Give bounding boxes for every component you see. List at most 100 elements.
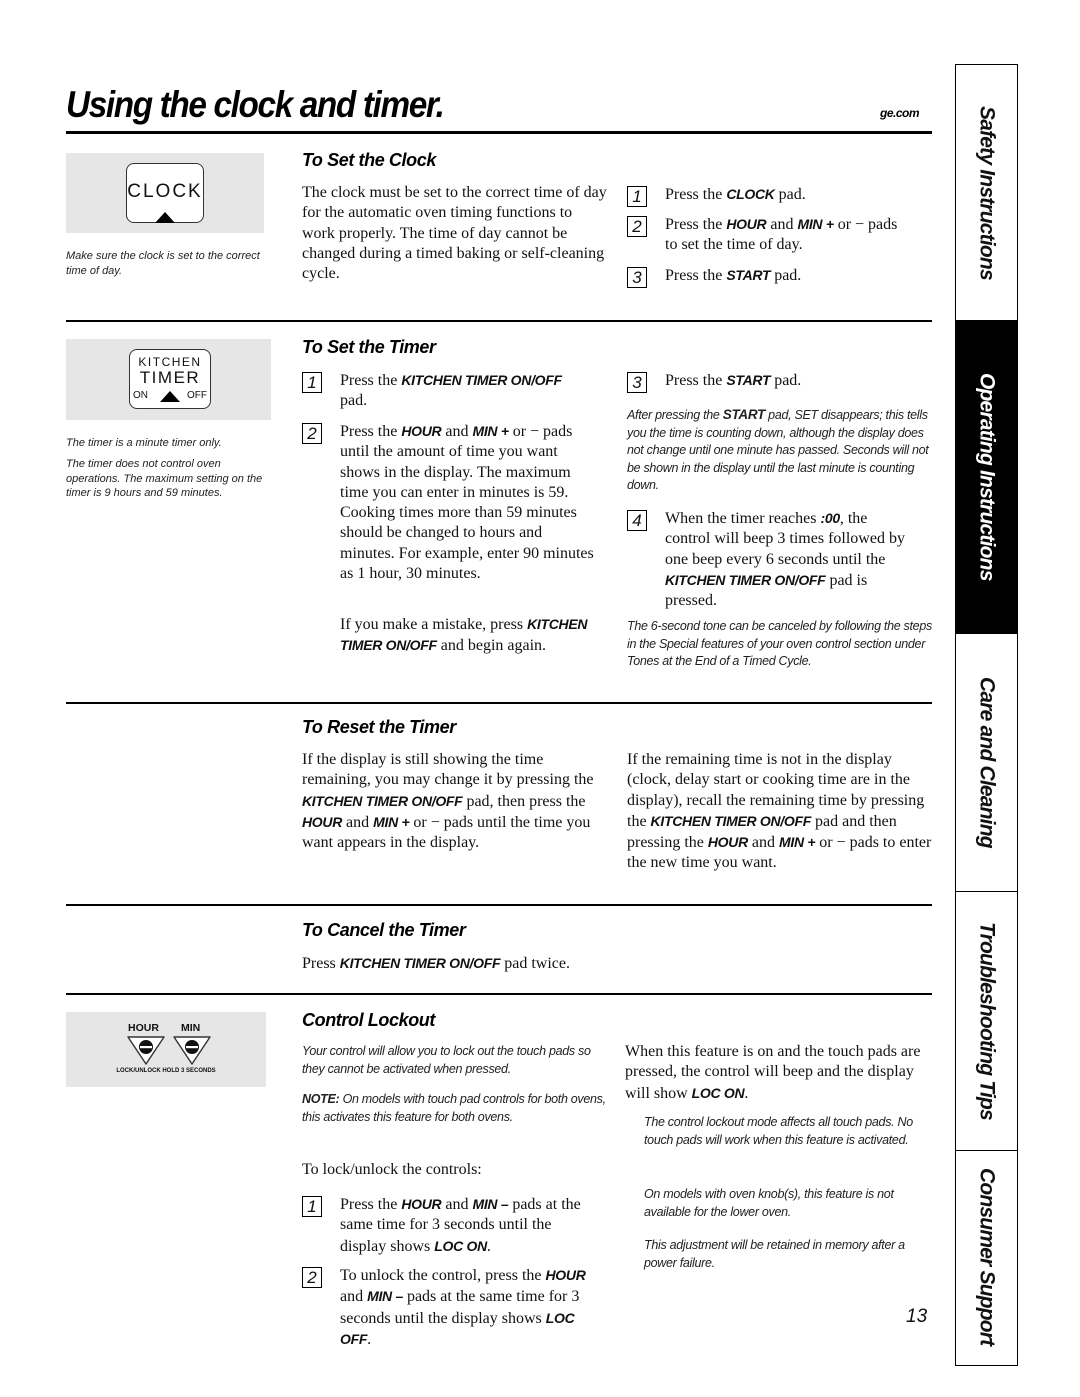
clock-step-1: 1 Press the CLOCK pad.	[627, 184, 927, 207]
step-text: pad.	[340, 392, 368, 410]
step-text: and	[340, 1288, 368, 1306]
keyword: CLOCK	[726, 186, 775, 202]
text: and	[342, 813, 374, 831]
keyword: MIN +	[779, 834, 816, 851]
triangle-indicator-icon	[160, 391, 180, 402]
tab-care-and-cleaning[interactable]: Care and Cleaning	[956, 634, 1017, 892]
keyword: HOUR	[401, 1196, 442, 1212]
section-divider	[66, 320, 932, 322]
step-text: Press the	[665, 372, 727, 389]
text: and begin again.	[436, 637, 547, 655]
step-number: 4	[627, 510, 647, 531]
tab-label: Troubleshooting Tips	[975, 922, 999, 1120]
step-text: Press the	[340, 423, 402, 440]
pad-caption: LOCK/UNLOCK HOLD 3 SECONDS	[116, 1068, 216, 1074]
keyword: START	[726, 372, 771, 388]
timer-step-3: 3 Press the START pad.	[627, 370, 927, 393]
keyword: START	[722, 407, 766, 422]
text: pad, then press the	[462, 792, 586, 810]
keyword: HOUR	[726, 216, 767, 232]
step-text: .	[486, 1237, 491, 1255]
tab-safety-instructions[interactable]: Safety Instructions	[956, 65, 1017, 321]
keyword: KITCHEN TIMER ON/OFF	[665, 571, 826, 588]
keyword: MIN –	[367, 1288, 403, 1305]
page-number: 13	[906, 1306, 928, 1327]
keyword: HOUR	[545, 1267, 586, 1283]
keyword: START	[726, 267, 771, 283]
site-link[interactable]: ge.com	[880, 106, 920, 120]
tab-label: Care and Cleaning	[975, 677, 999, 848]
tab-consumer-support[interactable]: Consumer Support	[956, 1151, 1017, 1363]
lockout-note-2: On models with oven knob(s), this featur…	[644, 1187, 894, 1219]
section-divider	[66, 993, 932, 995]
tab-operating-instructions[interactable]: Operating Instructions	[956, 321, 1017, 634]
lockout-pad-illustration: HOUR MIN LOCK/UNLOCK HOLD 3 SECONDS	[66, 1012, 266, 1087]
text: Press	[302, 955, 340, 972]
text: .	[744, 1084, 749, 1102]
text: On models with touch pad controls for bo…	[302, 1092, 606, 1124]
step-number: 2	[627, 216, 647, 237]
timer-step-4-note: The 6-second tone can be canceled by fol…	[627, 619, 932, 668]
keyword: KITCHEN TIMER ON/OFF	[650, 812, 812, 829]
timer-step-3-note: After pressing the START pad, SET disapp…	[627, 406, 932, 495]
step-text: and	[441, 1196, 473, 1213]
text: After pressing the	[627, 408, 723, 422]
pad-label-hour: HOUR	[128, 1022, 159, 1034]
lockout-note: NOTE: On models with touch pad controls …	[302, 1091, 607, 1126]
keyword: MIN +	[472, 423, 509, 439]
keyword: MIN +	[797, 216, 834, 232]
reset-timer-left: If the display is still showing the time…	[302, 750, 612, 853]
control-lockout-heading: Control Lockout	[302, 1010, 435, 1030]
lockout-step-2: 2 To unlock the control, press the HOUR …	[302, 1265, 602, 1348]
step-text: or − pads until the amount of time you w…	[340, 423, 594, 583]
step-text: Press the	[340, 372, 402, 389]
cancel-timer-text: Press KITCHEN TIMER ON/OFF pad twice.	[302, 953, 622, 974]
keyword: KITCHEN TIMER ON/OFF	[339, 955, 501, 971]
pad-label-min: MIN	[181, 1022, 201, 1034]
step-number: 1	[627, 186, 647, 207]
lockout-note-1: The control lockout mode affects all tou…	[644, 1115, 913, 1147]
set-timer-heading: To Set the Timer	[302, 337, 436, 357]
clock-step-2: 2 Press the HOUR and MIN + or − pads to …	[627, 214, 927, 258]
note-label: NOTE:	[302, 1092, 340, 1106]
header-rule	[66, 131, 932, 134]
keyword: MIN –	[472, 1196, 509, 1212]
step-text: and	[441, 423, 473, 440]
pad-label-on: ON	[133, 390, 148, 401]
keyword: HOUR	[401, 423, 442, 439]
tab-troubleshooting-tips[interactable]: Troubleshooting Tips	[956, 892, 1017, 1151]
clock-step-3: 3 Press the START pad.	[627, 265, 927, 288]
reset-timer-right: If the remaining time is not in the disp…	[627, 750, 937, 874]
reset-timer-heading: To Reset the Timer	[302, 717, 456, 737]
triangle-indicator-icon	[155, 212, 175, 223]
set-clock-heading: To Set the Clock	[302, 150, 436, 170]
timer-step-1: 1 Press the KITCHEN TIMER ON/OFF pad.	[302, 370, 602, 414]
text: If you make a mistake, press	[340, 616, 528, 633]
keyword: KITCHEN TIMER ON/OFF	[401, 372, 562, 388]
page-title: Using the clock and timer.	[66, 84, 445, 125]
step-number: 1	[302, 1196, 322, 1217]
timer-caption-2: The timer does not control oven operatio…	[66, 458, 263, 499]
timer-step-4: 4 When the timer reaches :00, the contro…	[627, 508, 932, 610]
lockout-intro: Your control will allow you to lock out …	[302, 1044, 591, 1076]
text: If the display is still showing the time…	[302, 751, 594, 789]
timer-mistake-note: If you make a mistake, press KITCHEN TIM…	[340, 614, 590, 657]
clock-pad: CLOCK	[126, 163, 204, 223]
step-text: Press the	[665, 267, 727, 284]
tab-label: Operating Instructions	[975, 373, 999, 581]
step-text: To unlock the control, press the	[340, 1267, 546, 1284]
timer-pad-illustration: KITCHEN TIMER ON OFF	[66, 339, 271, 420]
timer-step-2: 2 Press the HOUR and MIN + or − pads unt…	[302, 421, 602, 606]
section-tabs: Safety Instructions Operating Instructio…	[955, 64, 1018, 1366]
text: When this feature is on and the touch pa…	[625, 1043, 921, 1102]
lockout-right-paragraph: When this feature is on and the touch pa…	[625, 1042, 925, 1104]
keyword: KITCHEN TIMER ON/OFF	[302, 792, 463, 809]
keyword: LOC ON	[434, 1237, 487, 1254]
set-clock-intro: The clock must be set to the correct tim…	[302, 184, 607, 283]
pad-label-timer: TIMER	[139, 368, 201, 387]
tab-label: Consumer Support	[975, 1168, 999, 1346]
step-text: Press the	[665, 216, 727, 233]
clock-pad-label: CLOCK	[127, 181, 203, 202]
step-number: 2	[302, 423, 322, 444]
keyword: MIN +	[373, 813, 410, 830]
